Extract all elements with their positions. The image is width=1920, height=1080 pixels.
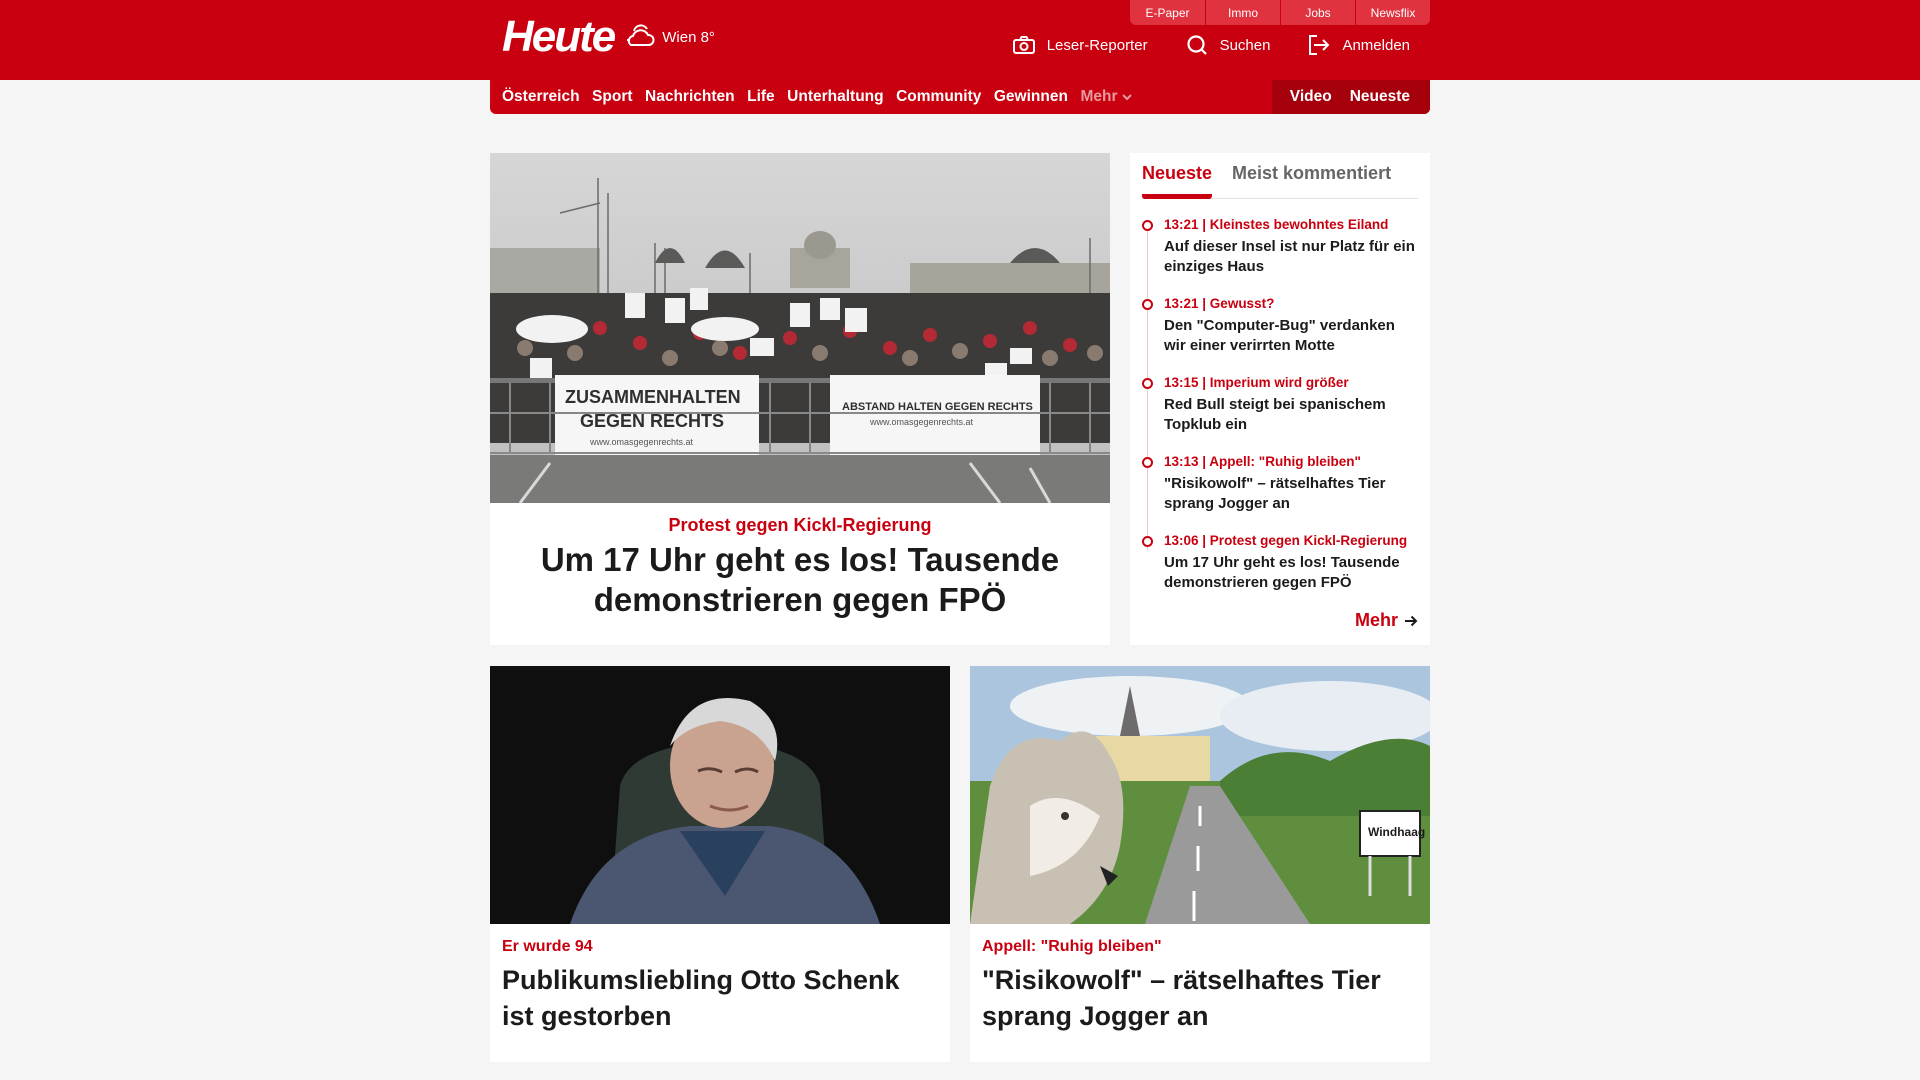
login-label: Anmelden	[1342, 36, 1410, 54]
tab-newsflix[interactable]: Newsflix	[1355, 0, 1430, 25]
ticker-title[interactable]: Red Bull steigt bei spanischem Topklub e…	[1164, 395, 1418, 435]
ticker-meta: 13:06 | Protest gegen Kickl-Regierung	[1164, 533, 1408, 548]
ticker-meta: 13:15 | Imperium wird größer	[1164, 375, 1349, 390]
article-card-risikowolf[interactable]: Windhaag Appell: "Ruhig bleiben" "Risiko…	[970, 666, 1430, 1062]
camera-icon	[1012, 36, 1035, 54]
nav-item-gewinnen[interactable]: Gewinnen	[994, 88, 1068, 106]
site-logo[interactable]: Heute	[502, 14, 616, 60]
ticker-meta: 13:13 | Appell: "Ruhig bleiben"	[1164, 454, 1361, 469]
leser-reporter-label: Leser-Reporter	[1046, 36, 1148, 54]
weather-cloud-sun-icon	[627, 24, 655, 46]
tab-jobs[interactable]: Jobs	[1280, 0, 1355, 25]
list-item[interactable]: 13:13 | Appell: "Ruhig bleiben" "Risikow…	[1142, 453, 1418, 532]
search-label: Suchen	[1219, 36, 1271, 54]
search-icon	[1186, 35, 1207, 55]
ticker-title[interactable]: "Risikowolf" – rätselhaftes Tier sprang …	[1164, 474, 1418, 514]
nav-item-life[interactable]: Life	[747, 88, 775, 106]
ticker-more-label: Mehr	[1354, 610, 1398, 630]
nav-item-sport[interactable]: Sport	[592, 88, 632, 106]
photo-wolf-road[interactable]: Windhaag	[970, 666, 1430, 924]
banner-right-url: www.omasgegenrechts.at	[869, 417, 974, 427]
news-ticker: Neueste Meist kommentiert 13:21 | Kleins…	[1130, 153, 1430, 645]
timeline-dot-icon	[1142, 299, 1153, 310]
nav-video[interactable]: Video	[1290, 88, 1332, 106]
leser-reporter-button[interactable]: Leser-Reporter	[1012, 36, 1148, 54]
timeline-dot-icon	[1142, 378, 1153, 389]
hero-photo-demonstration[interactable]: ZUSAMMENHALTEN GEGEN RECHTS www.omasgege…	[490, 153, 1110, 503]
card-title[interactable]: "Risikowolf" – rätselhaftes Tier sprang …	[982, 962, 1418, 1034]
utility-tabs: E-Paper Immo Jobs Newsflix	[1130, 0, 1430, 25]
nav-item-community[interactable]: Community	[896, 88, 981, 106]
ticker-title[interactable]: Den "Computer-Bug" verdanken wir einer v…	[1164, 316, 1418, 356]
list-item[interactable]: 13:15 | Imperium wird größer Red Bull st…	[1142, 374, 1418, 453]
timeline-dot-icon	[1142, 220, 1153, 231]
tab-neueste[interactable]: Neueste	[1142, 153, 1213, 199]
nav-item-unterhaltung[interactable]: Unterhaltung	[787, 88, 883, 106]
ticker-more-link[interactable]: Mehr	[1355, 610, 1418, 631]
list-item[interactable]: 13:21 | Gewusst? Den "Computer-Bug" verd…	[1142, 295, 1418, 374]
road-sign-text: Windhaag	[1368, 825, 1425, 839]
list-item[interactable]: 13:06 | Protest gegen Kickl-Regierung Um…	[1142, 532, 1418, 611]
weather-widget[interactable]: Wien 8°	[624, 23, 715, 51]
tab-epaper[interactable]: E-Paper	[1130, 0, 1205, 25]
header-band	[0, 0, 1920, 80]
nav-more-label: Mehr	[1080, 88, 1118, 105]
nav-right-group: Video Neueste	[1272, 80, 1430, 114]
logo-row: Heute Wien 8°	[502, 14, 715, 60]
article-card-otto-schenk[interactable]: Er wurde 94 Publikumsliebling Otto Schen…	[490, 666, 950, 1062]
ticker-meta: 13:21 | Kleinstes bewohntes Eiland	[1164, 217, 1389, 232]
banner-left-url: www.omasgegenrechts.at	[589, 437, 694, 447]
ticker-title[interactable]: Um 17 Uhr geht es los! Tausende demonstr…	[1164, 553, 1418, 593]
ticker-tabs: Neueste Meist kommentiert	[1142, 153, 1418, 199]
banner-right-line-1: ABSTAND HALTEN GEGEN RECHTS	[842, 401, 1033, 413]
header-actions: Leser-Reporter Suchen Anmelden	[975, 34, 1410, 56]
hero-title[interactable]: Um 17 Uhr geht es los! Tausende demonstr…	[530, 540, 1070, 620]
hero-article[interactable]: ZUSAMMENHALTEN GEGEN RECHTS www.omasgege…	[490, 153, 1110, 645]
timeline-dot-icon	[1142, 457, 1153, 468]
nav-more-dropdown[interactable]: Mehr	[1080, 88, 1133, 106]
card-title[interactable]: Publikumsliebling Otto Schenk ist gestor…	[502, 962, 938, 1034]
main-nav: Österreich Sport Nachrichten Life Unterh…	[490, 80, 1430, 114]
nav-item-nachrichten[interactable]: Nachrichten	[645, 88, 735, 106]
search-button[interactable]: Suchen	[1186, 34, 1271, 56]
ticker-meta: 13:21 | Gewusst?	[1164, 296, 1275, 311]
arrow-right-icon	[1405, 615, 1418, 626]
tab-meist-kommentiert[interactable]: Meist kommentiert	[1232, 153, 1391, 198]
tab-immo[interactable]: Immo	[1205, 0, 1280, 25]
ticker-title[interactable]: Auf dieser Insel ist nur Platz für ein e…	[1164, 237, 1418, 277]
card-kicker: Appell: "Ruhig bleiben"	[982, 938, 1162, 955]
card-kicker: Er wurde 94	[502, 938, 593, 955]
timeline-dot-icon	[1142, 536, 1153, 547]
ticker-list: 13:21 | Kleinstes bewohntes Eiland Auf d…	[1142, 216, 1418, 611]
weather-text: Wien 8°	[662, 28, 715, 46]
hero-kicker: Protest gegen Kickl-Regierung	[668, 515, 932, 535]
nav-neueste[interactable]: Neueste	[1350, 88, 1410, 106]
chevron-down-icon	[1122, 93, 1133, 100]
login-icon	[1309, 35, 1330, 55]
list-item[interactable]: 13:21 | Kleinstes bewohntes Eiland Auf d…	[1142, 216, 1418, 295]
login-button[interactable]: Anmelden	[1308, 35, 1410, 55]
nav-item-oesterreich[interactable]: Österreich	[502, 88, 580, 106]
banner-left-line-1: ZUSAMMENHALTEN	[565, 387, 741, 407]
photo-otto-schenk[interactable]	[490, 666, 950, 924]
